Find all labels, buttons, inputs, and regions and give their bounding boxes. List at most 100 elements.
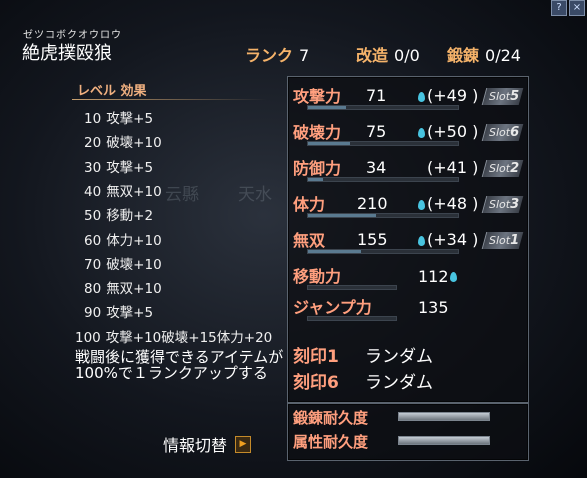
stat-bar [307, 285, 397, 290]
level-number: 70 [84, 256, 102, 273]
mod-value: 0/0 [394, 46, 420, 65]
level-number: 20 [84, 135, 102, 152]
slot-label: Slot2 [489, 161, 519, 176]
level-effect-text: 体力+10 [106, 232, 162, 249]
level-effect-row: 70 破壊+10 [84, 253, 162, 273]
forge-field: 鍛錬 0/24 [447, 42, 521, 66]
stat-bar-fill [308, 106, 346, 109]
element-durability-label: 属性耐久度 [293, 433, 369, 451]
engraving-1-label: 刻印1 [293, 347, 339, 367]
stat-bar-fill [308, 142, 350, 145]
stat-label: 移動力 [293, 267, 342, 286]
slot-prefix: Slot [489, 162, 511, 175]
arrow-right-icon[interactable]: ▶ [235, 435, 252, 453]
background-text-1: 天水 [238, 185, 272, 205]
forge-durability-bar [398, 412, 490, 421]
level-effect-row: 80 無双+10 [84, 277, 162, 297]
level-effect-text: 破壊+10 [106, 135, 162, 152]
level-effect-text: 攻撃+5 [106, 111, 154, 127]
slot-badge: Slot1 [481, 232, 524, 249]
stat-bar-fill [308, 178, 323, 181]
level-effect-text: 攻撃+5 [106, 305, 154, 322]
stat-bonus: (+34 ) [427, 230, 479, 249]
gem-icon [450, 272, 457, 282]
slot-prefix: Slot [489, 126, 511, 139]
gem-icon [418, 236, 425, 246]
slot-label: Slot3 [489, 197, 519, 212]
slot-prefix: Slot [489, 90, 511, 103]
slot-badge: Slot3 [481, 196, 524, 213]
level-effect-row: 100 攻撃+10破壊+15体力+20 [75, 326, 272, 346]
slot-label: Slot5 [489, 89, 519, 104]
level-number: 50 [84, 208, 102, 225]
gem-icon [418, 200, 425, 210]
level-effect-row: 40 無双+10 [84, 180, 162, 200]
stat-value: 210 [357, 194, 388, 213]
level-number: 100 [75, 329, 101, 346]
level-effect-row: 30 攻撃+5 [84, 156, 153, 176]
level-number: 40 [84, 183, 102, 200]
slot-label: Slot6 [489, 125, 519, 140]
slot-label: Slot1 [489, 233, 519, 248]
level-effect-text: 移動+2 [106, 208, 154, 225]
slot-number: 2 [510, 161, 520, 176]
level-effects-divider [72, 99, 267, 100]
slot-prefix: Slot [489, 234, 511, 247]
background-text-2: 云縣 [165, 185, 199, 205]
stat-label: 防御力 [293, 159, 342, 178]
stat-label: 攻撃力 [293, 87, 342, 106]
slot-badge: Slot6 [481, 124, 524, 141]
stat-bar [307, 213, 459, 218]
forge-value: 0/24 [485, 46, 521, 65]
stat-bonus: (+49 ) [427, 86, 479, 105]
level-effect-row: 50 移動+2 [84, 204, 153, 224]
stat-value: 135 [418, 298, 449, 317]
rank-label: ランク [245, 46, 294, 65]
level-effect-text: 無双+10 [106, 281, 162, 298]
gem-icon [418, 92, 425, 102]
engraving-6-label: 刻印6 [293, 373, 339, 393]
slot-number: 5 [510, 89, 520, 104]
item-description: 戦闘後に獲得できるアイテムが100%で１ランクアップする [75, 348, 284, 382]
stat-value: 71 [366, 86, 387, 105]
level-effect-row: 90 攻撃+5 [84, 301, 153, 321]
stat-label: ジャンプ力 [293, 298, 372, 317]
level-number: 60 [84, 232, 102, 249]
stat-value: 75 [366, 122, 387, 141]
stat-bar [307, 249, 459, 254]
stat-label: 破壊力 [293, 123, 342, 142]
slot-badge: Slot2 [481, 160, 524, 177]
stat-bonus: (+41 ) [427, 158, 479, 177]
level-number: 90 [84, 305, 102, 322]
gem-icon [418, 128, 425, 138]
slot-prefix: Slot [489, 198, 511, 211]
level-number: 30 [84, 159, 102, 176]
forge-durability-label: 鍛錬耐久度 [293, 409, 369, 427]
stat-bonus: (+48 ) [427, 194, 479, 213]
rank-field: ランク 7 [245, 42, 309, 66]
help-icon[interactable]: ? [551, 0, 567, 16]
info-switch[interactable]: 情報切替 ▶ [163, 432, 252, 456]
slot-number: 3 [510, 197, 520, 212]
rank-value: 7 [299, 46, 310, 65]
slot-number: 6 [510, 125, 520, 140]
stat-bar-fill [308, 250, 361, 253]
level-effect-text: 攻撃+5 [106, 159, 154, 176]
engraving-6-value: ランダム [365, 373, 433, 393]
element-durability-bar [398, 436, 490, 445]
stat-value: 34 [366, 158, 387, 177]
level-effect-row: 20 破壊+10 [84, 131, 162, 151]
stat-value: 112 [418, 267, 449, 286]
stat-label: 体力 [293, 195, 326, 214]
close-icon[interactable]: × [569, 0, 585, 16]
level-effect-text: 無双+10 [106, 183, 162, 200]
info-switch-label: 情報切替 [163, 436, 228, 455]
mod-label: 改造 [356, 46, 389, 65]
stat-bar-fill [308, 214, 376, 217]
mod-field: 改造 0/0 [356, 42, 420, 66]
level-number: 10 [84, 111, 102, 127]
stat-value: 155 [357, 230, 388, 249]
level-effects-title: レベル 効果 [77, 84, 147, 99]
window-controls: ? × [551, 0, 585, 16]
stat-bar [307, 316, 397, 321]
